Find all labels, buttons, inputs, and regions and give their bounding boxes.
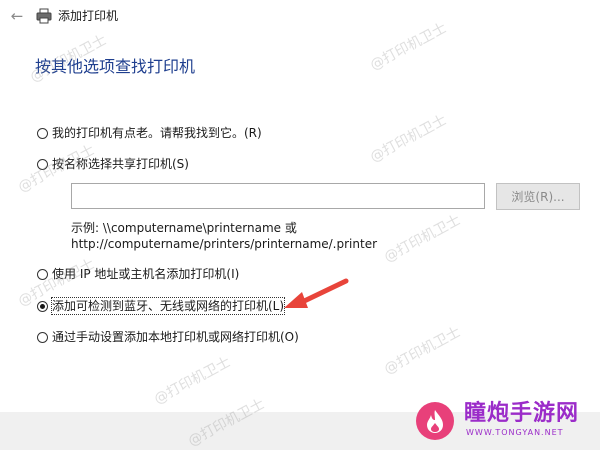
option-bluetooth-wireless-network[interactable]: 添加可检测到蓝牙、无线或网络的打印机(L) <box>37 297 286 315</box>
watermark: @打印机卫士 <box>367 112 450 166</box>
shared-printer-input[interactable] <box>71 183 485 209</box>
radio-button[interactable] <box>37 331 48 343</box>
option-manual-settings[interactable]: 通过手动设置添加本地打印机或网络打印机(O) <box>37 328 299 346</box>
page-heading: 按其他选项查找打印机 <box>35 57 196 76</box>
browse-button[interactable]: 浏览(R)... <box>496 183 580 210</box>
radio-button-selected[interactable] <box>37 300 48 312</box>
printer-icon <box>36 8 52 24</box>
option-label: 我的打印机有点老。请帮我找到它。(R) <box>52 126 262 140</box>
option-label: 使用 IP 地址或主机名添加打印机(I) <box>52 267 240 281</box>
logo-url: WWW.TONGYAN.NET <box>466 428 564 437</box>
option-label: 添加可检测到蓝牙、无线或网络的打印机(L) <box>50 297 286 315</box>
watermark: @打印机卫士 <box>381 324 464 378</box>
watermark: @打印机卫士 <box>151 354 234 408</box>
example-text-line1: 示例: \\computername\printername 或 <box>71 221 297 235</box>
red-arrow-annotation <box>284 278 349 308</box>
radio-button[interactable] <box>37 268 48 280</box>
window-title: 添加打印机 <box>58 9 119 23</box>
option-old-printer[interactable]: 我的打印机有点老。请帮我找到它。(R) <box>37 124 262 142</box>
option-ip-address[interactable]: 使用 IP 地址或主机名添加打印机(I) <box>37 265 239 283</box>
logo-text: 瞳炮手游网 <box>464 401 580 426</box>
site-logo: 瞳炮手游网 WWW.TONGYAN.NET <box>404 398 594 444</box>
option-shared-printer[interactable]: 按名称选择共享打印机(S) <box>37 155 189 173</box>
radio-button[interactable] <box>37 127 48 139</box>
back-button[interactable]: ← <box>6 6 28 26</box>
option-label: 按名称选择共享打印机(S) <box>52 157 189 171</box>
logo-flame-icon <box>416 402 454 440</box>
radio-button[interactable] <box>37 158 48 170</box>
example-text-line2: http://computername/printers/printername… <box>71 237 378 251</box>
option-label: 通过手动设置添加本地打印机或网络打印机(O) <box>52 330 299 344</box>
back-arrow-icon: ← <box>10 7 24 25</box>
title-bar: ← 添加打印机 <box>0 0 600 32</box>
watermark: @打印机卫士 <box>381 212 464 266</box>
